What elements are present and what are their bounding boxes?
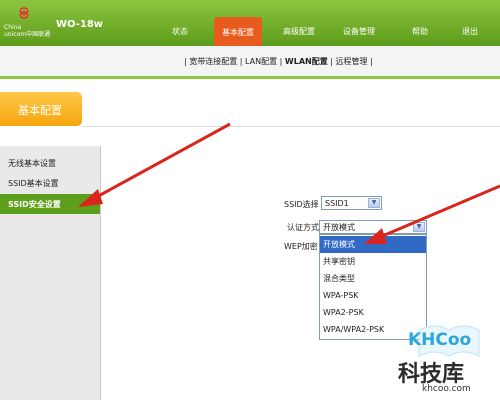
red-arrow-annotation [78, 122, 231, 207]
watermark-url: khcoo.com [422, 384, 471, 394]
red-arrow-annotation [364, 184, 500, 244]
watermark-brand: KHCoo [408, 330, 472, 350]
